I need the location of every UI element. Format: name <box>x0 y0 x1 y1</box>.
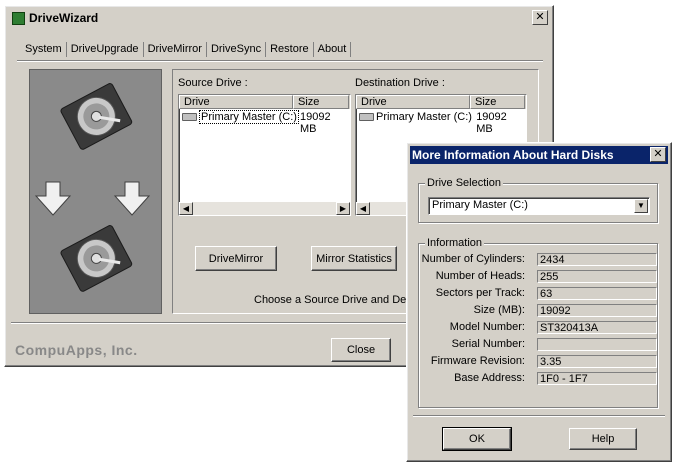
scroll-left-icon[interactable]: ◀ <box>179 202 193 215</box>
tab-about[interactable]: About <box>314 42 352 57</box>
col-size[interactable]: Size <box>293 95 349 109</box>
info-row-model: Model Number: ST320413A <box>407 321 671 337</box>
drive-cell: Primary Master (C:) <box>356 111 474 125</box>
info-value: 1F0 - 1F7 <box>537 372 657 385</box>
info-value: 63 <box>537 287 657 300</box>
hard-disk-icon <box>60 225 133 292</box>
drive-name: Primary Master (C:) <box>199 110 299 124</box>
info-value: ST320413A <box>537 321 657 334</box>
info-label: Firmware Revision: <box>430 355 525 367</box>
drive-icon <box>182 113 197 122</box>
info-value: 255 <box>537 270 657 283</box>
drive-cell: Primary Master (C:) <box>179 110 299 125</box>
drive-selection-value: Primary Master (C:) <box>432 199 528 211</box>
tab-driveupgrade[interactable]: DriveUpgrade <box>67 42 144 57</box>
arrow-down-icon <box>113 181 151 216</box>
tab-separator <box>17 60 543 62</box>
tab-system[interactable]: System <box>21 42 67 57</box>
source-list-header: Drive Size <box>179 95 350 109</box>
drivemirror-button[interactable]: DriveMirror <box>195 246 277 271</box>
info-value <box>537 338 657 351</box>
scroll-right-icon[interactable]: ▶ <box>336 202 350 215</box>
info-value: 19092 <box>537 304 657 317</box>
info-label: Number of Cylinders: <box>421 253 525 265</box>
ok-button[interactable]: OK <box>442 427 512 451</box>
help-button[interactable]: Help <box>569 428 637 450</box>
destination-drive-label: Destination Drive : <box>355 77 445 89</box>
dropdown-arrow-icon[interactable]: ▼ <box>634 199 648 213</box>
col-drive[interactable]: Drive <box>356 95 470 109</box>
list-item[interactable]: Primary Master (C:) 19092 MB <box>179 110 350 135</box>
info-row-size: Size (MB): 19092 <box>407 304 671 320</box>
info-label: Serial Number: <box>451 338 525 350</box>
drive-icon <box>359 113 374 122</box>
scroll-left-icon[interactable]: ◀ <box>356 202 370 215</box>
drive-selection-dropdown[interactable]: Primary Master (C:) ▼ <box>428 197 650 215</box>
information-label: Information <box>425 237 485 249</box>
info-label: Size (MB): <box>473 304 525 316</box>
info-row-base-address: Base Address: 1F0 - 1F7 <box>407 372 671 388</box>
dialog-title: More Information About Hard Disks <box>412 148 614 162</box>
drive-size: 19092 MB <box>300 111 331 135</box>
drive-name: Primary Master (C:) <box>376 111 472 123</box>
info-label: Model Number: <box>449 321 525 333</box>
list-item[interactable]: Primary Master (C:) 19092 MB <box>356 111 526 135</box>
info-value: 2434 <box>537 253 657 266</box>
tab-drivesync[interactable]: DriveSync <box>207 42 267 57</box>
info-row-firmware: Firmware Revision: 3.35 <box>407 355 671 371</box>
info-label: Sectors per Track: <box>435 287 525 299</box>
info-row-serial: Serial Number: <box>407 338 671 354</box>
info-label: Base Address: <box>454 372 525 384</box>
info-row-sectors: Sectors per Track: 63 <box>407 287 671 303</box>
tab-drivemirror[interactable]: DriveMirror <box>143 42 207 57</box>
mirror-statistics-button[interactable]: Mirror Statistics <box>311 246 397 271</box>
hard-disk-icon <box>60 83 133 150</box>
hard-disk-info-dialog: More Information About Hard Disks ✕ Driv… <box>406 142 672 462</box>
arrow-down-icon <box>34 181 72 216</box>
source-drive-list[interactable]: Drive Size Primary Master (C:) 19092 MB … <box>178 94 351 216</box>
company-name: CompuApps, Inc. <box>15 342 138 358</box>
info-fields: Number of Cylinders: 2434 Number of Head… <box>407 253 671 403</box>
tab-strip: System DriveUpgrade DriveMirror DriveSyn… <box>21 42 352 57</box>
info-row-cylinders: Number of Cylinders: 2434 <box>407 253 671 269</box>
dialog-title-bar[interactable]: More Information About Hard Disks ✕ <box>410 146 668 164</box>
source-hscrollbar[interactable]: ◀ ▶ <box>179 202 350 215</box>
mirror-illustration-art <box>34 83 151 292</box>
info-row-heads: Number of Heads: 255 <box>407 270 671 286</box>
close-button[interactable]: Close <box>331 338 391 362</box>
drive-size: 19092 MB <box>476 111 507 135</box>
dialog-separator <box>413 415 665 417</box>
col-size[interactable]: Size <box>470 95 525 109</box>
app-icon <box>12 11 25 25</box>
tab-restore[interactable]: Restore <box>266 42 314 57</box>
info-value: 3.35 <box>537 355 657 368</box>
title-bar[interactable]: DriveWizard ✕ <box>8 9 550 27</box>
mirror-illustration <box>29 69 162 314</box>
drive-selection-label: Drive Selection <box>425 177 503 189</box>
info-label: Number of Heads: <box>435 270 525 282</box>
source-drive-label: Source Drive : <box>178 77 248 89</box>
window-title: DriveWizard <box>29 11 99 25</box>
close-window-button[interactable]: ✕ <box>532 10 548 25</box>
destination-list-header: Drive Size <box>356 95 526 109</box>
close-dialog-button[interactable]: ✕ <box>650 147 666 162</box>
col-drive[interactable]: Drive <box>179 95 293 109</box>
